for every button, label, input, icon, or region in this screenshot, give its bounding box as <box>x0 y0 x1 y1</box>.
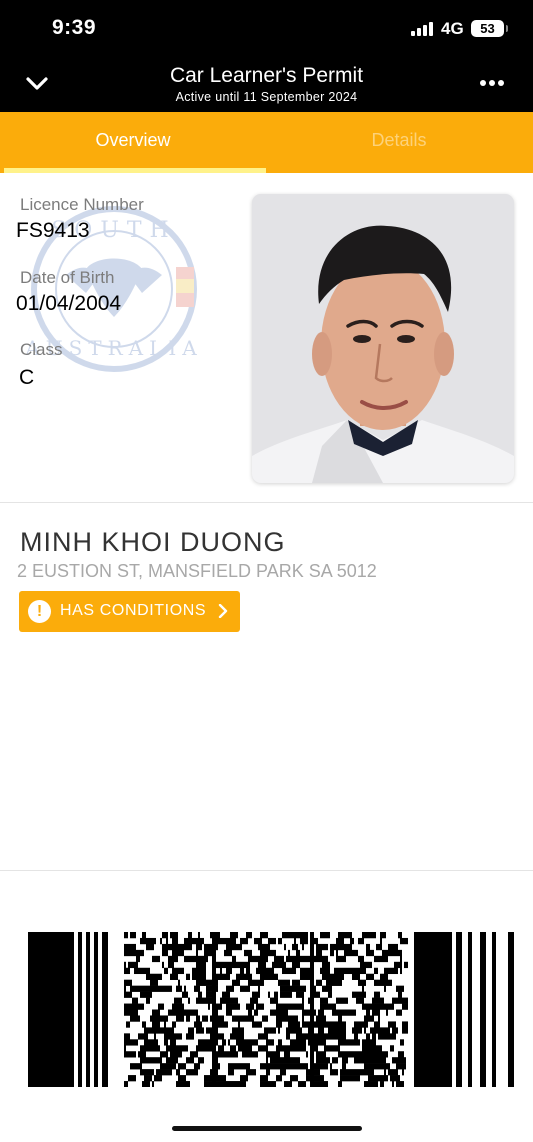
pdf417-barcode <box>28 932 514 1087</box>
holder-photo <box>252 194 514 483</box>
conditions-label: HAS CONDITIONS <box>60 602 207 619</box>
home-indicator <box>172 1126 362 1131</box>
dob-label: Date of Birth <box>20 268 115 287</box>
section-divider <box>0 502 533 503</box>
licence-number-label: Licence Number <box>20 195 144 214</box>
class-label: Class <box>20 340 63 359</box>
section-divider <box>0 870 533 871</box>
more-horizontal-icon[interactable] <box>480 80 504 88</box>
battery-icon: 53 <box>471 20 508 37</box>
tab-details[interactable]: Details <box>266 112 532 173</box>
tab-overview[interactable]: Overview <box>0 112 266 173</box>
page-subtitle: Active until 11 September 2024 <box>175 90 358 104</box>
tab-bar: Overview Details <box>0 112 533 173</box>
exclamation-circle-icon: ! <box>28 600 51 623</box>
class-value: C <box>19 366 35 389</box>
status-bar: 9:39 4G 53 <box>0 0 533 56</box>
page-title: Car Learner's Permit <box>169 64 364 87</box>
holder-name: MINH KHOI DUONG <box>20 527 286 557</box>
network-label: 4G <box>441 19 464 38</box>
tab-active-indicator <box>4 168 266 173</box>
has-conditions-button[interactable]: ! HAS CONDITIONS <box>19 591 240 632</box>
licence-number-value: FS9413 <box>16 219 90 242</box>
nav-bar: Car Learner's Permit Active until 11 Sep… <box>0 56 533 112</box>
holder-address: 2 EUSTION ST, MANSFIELD PARK SA 5012 <box>17 561 377 581</box>
status-time: 9:39 <box>52 16 97 39</box>
chevron-right-icon <box>218 603 228 619</box>
signal-icon <box>411 22 435 36</box>
dob-value: 01/04/2004 <box>16 292 122 315</box>
